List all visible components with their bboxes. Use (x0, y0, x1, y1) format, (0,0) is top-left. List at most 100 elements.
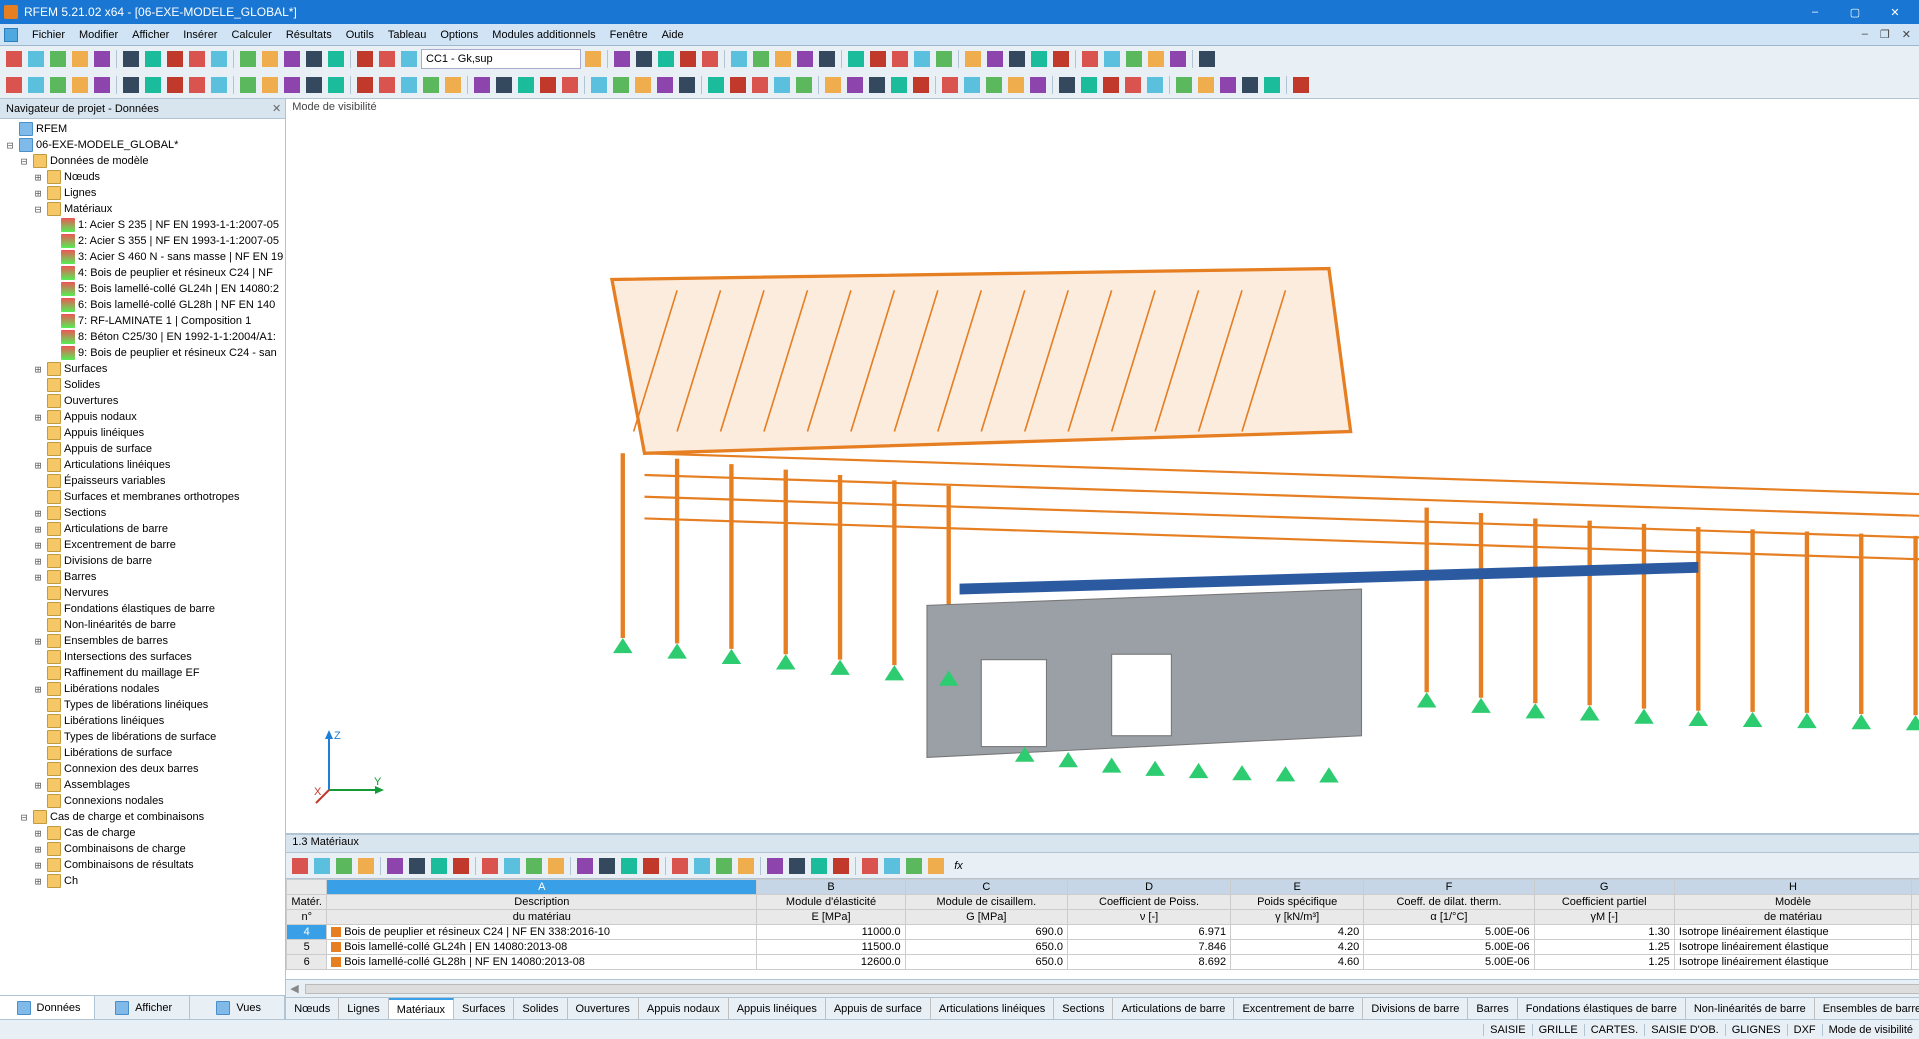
toolbar-button[interactable] (1145, 75, 1165, 95)
expand-toggle[interactable]: ⊞ (32, 859, 44, 872)
menu-aide[interactable]: Aide (656, 29, 690, 41)
toolbar-button[interactable] (70, 49, 90, 69)
toolbar-button[interactable] (399, 49, 419, 69)
expand-toggle[interactable]: ⊞ (32, 523, 44, 536)
toolbar-button[interactable] (677, 75, 697, 95)
table-toolbar-button[interactable] (356, 856, 376, 876)
bottom-tab[interactable]: Appuis de surface (826, 998, 931, 1019)
toolbar-button[interactable] (846, 49, 866, 69)
toolbar-button[interactable] (355, 75, 375, 95)
toolbar-button[interactable] (355, 49, 375, 69)
table-toolbar-button[interactable] (502, 856, 522, 876)
toolbar-button[interactable] (238, 75, 258, 95)
toolbar-button[interactable] (773, 49, 793, 69)
toolbar-button[interactable] (795, 49, 815, 69)
bottom-tab[interactable]: Fondations élastiques de barre (1518, 998, 1686, 1019)
toolbar-button[interactable] (1174, 75, 1194, 95)
tree-item[interactable]: Appuis de surface (0, 441, 285, 457)
toolbar-button[interactable] (985, 49, 1005, 69)
toolbar-button[interactable] (143, 75, 163, 95)
tree-item[interactable]: 7: RF-LAMINATE 1 | Composition 1 (0, 313, 285, 329)
toolbar-button[interactable] (1262, 75, 1282, 95)
table-toolbar-button[interactable] (290, 856, 310, 876)
toolbar-button[interactable] (678, 49, 698, 69)
menu-options[interactable]: Options (434, 29, 484, 41)
bottom-tab[interactable]: Divisions de barre (1363, 998, 1468, 1019)
toolbar-button[interactable] (209, 49, 229, 69)
table-toolbar-button[interactable] (429, 856, 449, 876)
tree-item[interactable]: ⊞Combinaisons de charge (0, 841, 285, 857)
toolbar-button[interactable] (143, 49, 163, 69)
tree-item[interactable]: RFEM (0, 121, 285, 137)
bottom-tab[interactable]: Nœuds (286, 998, 339, 1019)
table-toolbar-button[interactable] (787, 856, 807, 876)
toolbar-button[interactable] (1007, 49, 1027, 69)
toolbar-button[interactable] (377, 49, 397, 69)
nav-tab-afficher[interactable]: Afficher (95, 996, 190, 1019)
tree-item[interactable]: 8: Béton C25/30 | EN 1992-1-1:2004/A1: (0, 329, 285, 345)
tree-item[interactable]: 1: Acier S 235 | NF EN 1993-1-1:2007-05 (0, 217, 285, 233)
mdi-maximize-button[interactable]: ❐ (1876, 28, 1894, 41)
toolbar-button[interactable] (209, 75, 229, 95)
tree-item[interactable]: ⊞Articulations de barre (0, 521, 285, 537)
status-cell[interactable]: SAISIE (1483, 1024, 1531, 1036)
table-toolbar-button[interactable] (597, 856, 617, 876)
tree-item[interactable]: 2: Acier S 355 | NF EN 1993-1-1:2007-05 (0, 233, 285, 249)
table-toolbar-button[interactable] (641, 856, 661, 876)
bottom-tab[interactable]: Articulations de barre (1113, 998, 1234, 1019)
toolbar-button[interactable] (963, 49, 983, 69)
tree-item[interactable]: ⊞Lignes (0, 185, 285, 201)
nav-tab-vues[interactable]: Vues (190, 996, 285, 1019)
toolbar-button[interactable] (611, 75, 631, 95)
toolbar-button[interactable] (962, 75, 982, 95)
tree-item[interactable]: Libérations linéiques (0, 713, 285, 729)
tree-item[interactable]: Non-linéarités de barre (0, 617, 285, 633)
loadcase-combo[interactable]: CC1 - Gk,sup (421, 49, 581, 69)
expand-toggle[interactable]: ⊞ (32, 555, 44, 568)
toolbar-button[interactable] (443, 75, 463, 95)
toolbar-button[interactable] (1124, 49, 1144, 69)
maximize-button[interactable]: ▢ (1835, 0, 1875, 24)
menu-résultats[interactable]: Résultats (280, 29, 338, 41)
toolbar-button[interactable] (1079, 75, 1099, 95)
toolbar-button[interactable] (1197, 49, 1217, 69)
tree-item[interactable]: Raffinement du maillage EF (0, 665, 285, 681)
expand-toggle[interactable]: ⊞ (32, 635, 44, 648)
expand-toggle[interactable]: ⊞ (32, 187, 44, 200)
toolbar-button[interactable] (823, 75, 843, 95)
toolbar-button[interactable] (187, 49, 207, 69)
toolbar-button[interactable] (1029, 49, 1049, 69)
toolbar-button[interactable] (1168, 49, 1188, 69)
toolbar-button[interactable] (304, 49, 324, 69)
table-toolbar-button[interactable] (619, 856, 639, 876)
table-toolbar-button[interactable] (524, 856, 544, 876)
toolbar-button[interactable] (260, 49, 280, 69)
toolbar-button[interactable] (794, 75, 814, 95)
toolbar-button[interactable] (889, 75, 909, 95)
bottom-tab[interactable]: Ouvertures (568, 998, 639, 1019)
bottom-tab[interactable]: Solides (514, 998, 567, 1019)
menu-modules-additionnels[interactable]: Modules additionnels (486, 29, 601, 41)
bottom-tab[interactable]: Non-linéarités de barre (1686, 998, 1815, 1019)
toolbar-button[interactable] (940, 75, 960, 95)
expand-toggle[interactable]: ⊞ (32, 507, 44, 520)
table-toolbar-button[interactable] (407, 856, 427, 876)
tree-item[interactable]: ⊞Ensembles de barres (0, 633, 285, 649)
toolbar-button[interactable] (121, 75, 141, 95)
toolbar-button[interactable] (912, 49, 932, 69)
toolbar-button[interactable] (1006, 75, 1026, 95)
toolbar-button[interactable] (583, 49, 603, 69)
bottom-tab[interactable]: Surfaces (454, 998, 514, 1019)
bottom-tab[interactable]: Sections (1054, 998, 1113, 1019)
toolbar-button[interactable] (589, 75, 609, 95)
bottom-tab[interactable]: Appuis linéiques (729, 998, 826, 1019)
bottom-tab[interactable]: Barres (1468, 998, 1517, 1019)
tree-item[interactable]: ⊟06-EXE-MODELE_GLOBAL* (0, 137, 285, 153)
toolbar-button[interactable] (1057, 75, 1077, 95)
menu-insérer[interactable]: Insérer (177, 29, 223, 41)
expand-toggle[interactable]: ⊞ (32, 827, 44, 840)
toolbar-button[interactable] (560, 75, 580, 95)
toolbar-button[interactable] (1196, 75, 1216, 95)
toolbar-button[interactable] (26, 49, 46, 69)
toolbar-button[interactable] (187, 75, 207, 95)
